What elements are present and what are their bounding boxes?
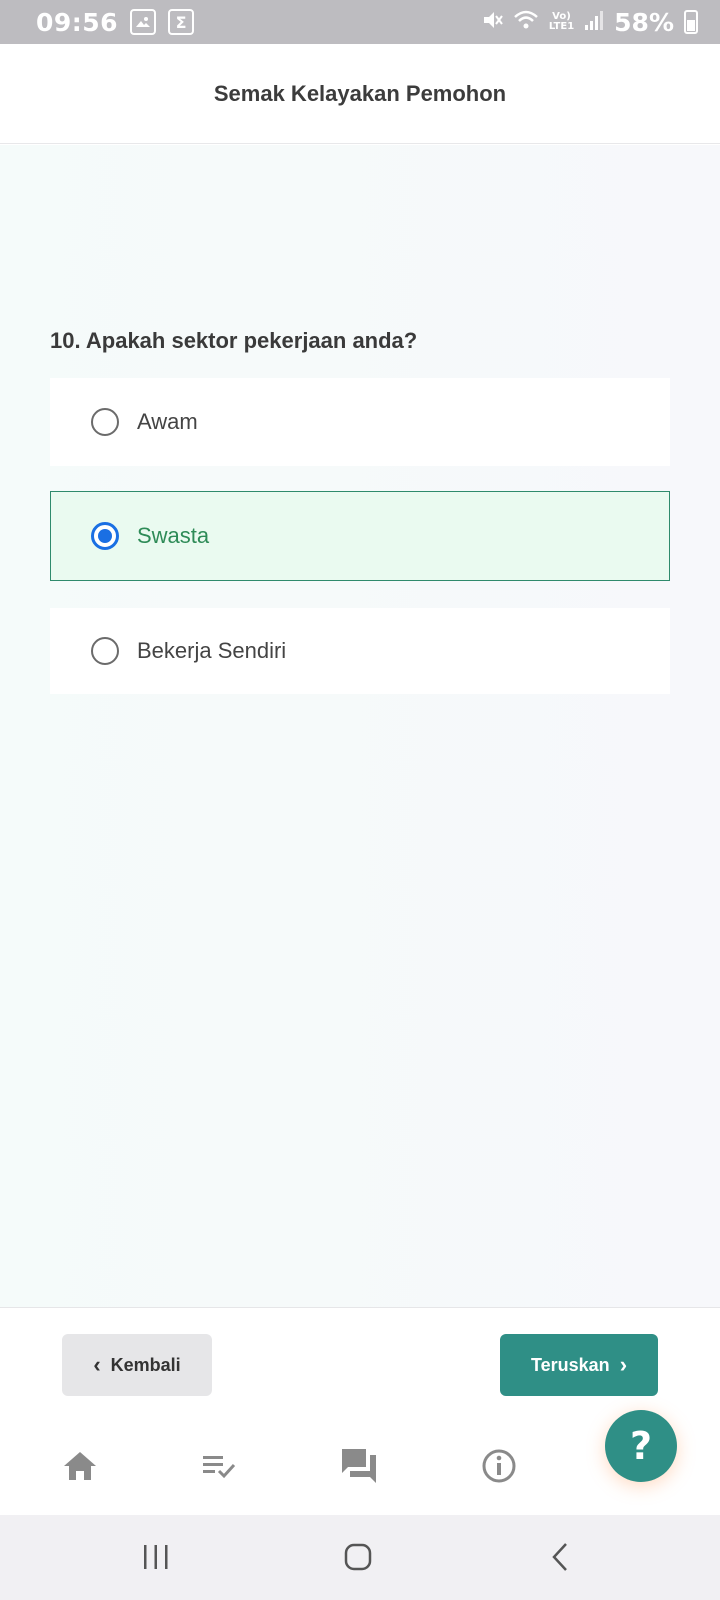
- signal-icon: [584, 9, 604, 35]
- battery-icon: [684, 10, 698, 34]
- recent-apps-icon[interactable]: [136, 1537, 176, 1577]
- help-icon: ?: [629, 1424, 653, 1468]
- option-swasta[interactable]: Swasta: [50, 491, 670, 581]
- status-bar: 09:56 Σ Vo) LTE1 58%: [0, 0, 720, 44]
- question-content: 10. Apakah sektor pekerjaan anda? Awam S…: [0, 145, 720, 1307]
- back-button[interactable]: ‹ Kembali: [62, 1334, 212, 1396]
- mute-icon: [481, 9, 503, 35]
- chat-icon[interactable]: [334, 1441, 384, 1491]
- question-text: 10. Apakah sektor pekerjaan anda?: [50, 328, 418, 353]
- system-nav-bar: [0, 1515, 720, 1600]
- option-label: Bekerja Sendiri: [137, 638, 287, 663]
- info-icon[interactable]: [474, 1441, 524, 1491]
- option-bekerja-sendiri[interactable]: Bekerja Sendiri: [50, 608, 670, 694]
- status-time: 09:56: [36, 7, 119, 37]
- sigma-icon: Σ: [168, 9, 195, 35]
- help-button[interactable]: ?: [605, 1410, 677, 1482]
- radio-button-checked[interactable]: [91, 522, 119, 550]
- home-system-icon[interactable]: [338, 1537, 378, 1577]
- battery-percent: 58%: [614, 7, 674, 37]
- option-label: Swasta: [137, 523, 210, 548]
- page-title: Semak Kelayakan Pemohon: [213, 80, 507, 106]
- option-label: Awam: [137, 409, 198, 434]
- home-icon[interactable]: [55, 1441, 105, 1491]
- back-button-label: Kembali: [110, 1354, 181, 1375]
- volte-icon: Vo) LTE1: [548, 11, 575, 32]
- app-header: Semak Kelayakan Pemohon: [0, 44, 720, 144]
- radio-button[interactable]: [91, 637, 119, 665]
- radio-button[interactable]: [91, 408, 119, 436]
- chevron-right-icon: ›: [619, 1352, 628, 1377]
- chevron-left-icon: ‹: [93, 1352, 101, 1377]
- action-bar: ‹ Kembali Teruskan ›: [0, 1307, 720, 1417]
- option-awam[interactable]: Awam: [50, 378, 670, 466]
- back-system-icon[interactable]: [540, 1537, 580, 1577]
- next-button-label: Teruskan: [530, 1354, 610, 1375]
- wifi-icon: [513, 9, 539, 35]
- checklist-icon[interactable]: [194, 1441, 244, 1491]
- next-button[interactable]: Teruskan ›: [500, 1334, 658, 1396]
- gallery-icon: [130, 9, 157, 35]
